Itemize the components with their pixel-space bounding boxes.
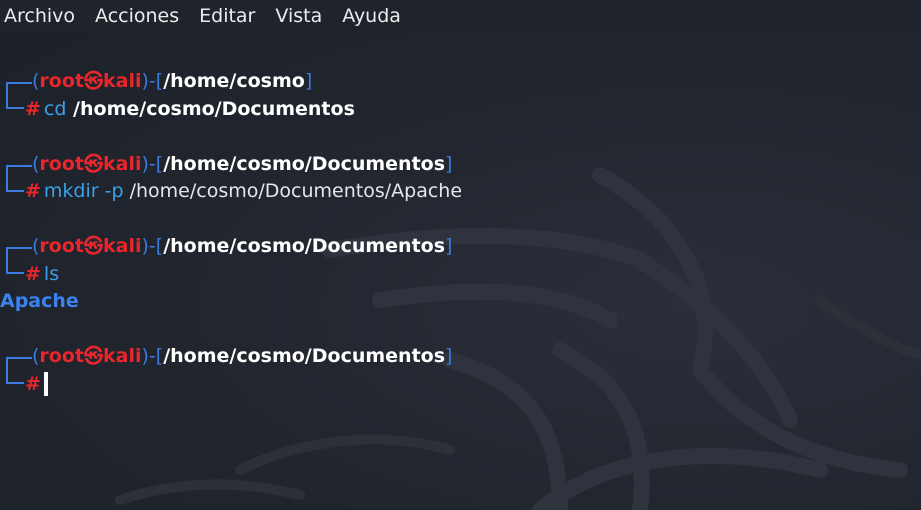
command-line: # ls bbox=[0, 260, 921, 289]
command-name: mkdir bbox=[43, 180, 99, 202]
prompt-corner-bottom bbox=[6, 177, 24, 192]
prompt-user: root bbox=[39, 235, 84, 257]
prompt-at-icon: ㉿ bbox=[83, 152, 103, 175]
prompt-corner-bottom bbox=[6, 370, 24, 385]
prompt-host: kali bbox=[103, 70, 142, 92]
prompt-path: /home/cosmo/Documentos bbox=[163, 235, 446, 257]
prompt-dash: - bbox=[148, 152, 156, 175]
prompt-corner-bottom bbox=[6, 95, 24, 110]
prompt-bracket-close: ] bbox=[304, 70, 313, 92]
prompt-bracket-close: ] bbox=[445, 152, 453, 175]
prompt-at-icon: ㉿ bbox=[83, 235, 103, 257]
prompt-line: (root ㉿ kali) -[/home/cosmo] bbox=[0, 68, 921, 96]
prompt-hash: # bbox=[25, 97, 41, 120]
menu-ayuda[interactable]: Ayuda bbox=[332, 0, 411, 32]
prompt-path: /home/cosmo/Documentos bbox=[163, 152, 446, 175]
terminal-window: Archivo Acciones Editar Vista Ayuda (roo… bbox=[0, 0, 921, 510]
prompt-paren-open: ( bbox=[32, 235, 40, 257]
prompt-bracket-open: [ bbox=[155, 235, 164, 257]
prompt-dash: - bbox=[148, 235, 156, 257]
menu-editar[interactable]: Editar bbox=[189, 0, 265, 32]
prompt-paren-close: ) bbox=[141, 235, 149, 257]
command-option: -p bbox=[98, 180, 124, 202]
prompt-dash: - bbox=[148, 70, 156, 92]
menu-vista[interactable]: Vista bbox=[265, 0, 332, 32]
prompt-paren-close: ) bbox=[141, 152, 149, 175]
menu-acciones[interactable]: Acciones bbox=[85, 0, 189, 32]
prompt-hash: # bbox=[25, 180, 41, 202]
prompt-paren-open: ( bbox=[32, 70, 40, 92]
directory-entry: Apache bbox=[0, 290, 79, 312]
command-argument: /home/cosmo/Documentos/Apache bbox=[123, 180, 463, 202]
prompt-hash: # bbox=[25, 372, 41, 395]
prompt-user: root bbox=[39, 70, 84, 92]
prompt-bracket-open: [ bbox=[155, 345, 164, 367]
terminal-output[interactable]: (root ㉿ kali) -[/home/cosmo] # cd /home/cosm… bbox=[0, 68, 921, 398]
menu-bar: Archivo Acciones Editar Vista Ayuda bbox=[0, 0, 921, 32]
prompt-corner-top bbox=[6, 357, 32, 371]
prompt-bracket-close: ] bbox=[445, 345, 453, 367]
prompt-path: /home/cosmo/Documentos bbox=[163, 345, 446, 367]
prompt-bracket-close: ] bbox=[445, 235, 453, 257]
prompt-at-icon: ㉿ bbox=[83, 345, 103, 367]
prompt-at-icon: ㉿ bbox=[83, 70, 103, 92]
prompt-host: kali bbox=[103, 345, 142, 367]
command-line: # mkdir -p /home/cosmo/Documentos/Apache bbox=[0, 177, 921, 206]
prompt-bracket-open: [ bbox=[155, 152, 164, 175]
prompt-bracket-open: [ bbox=[155, 70, 164, 92]
command-line: # cd /home/cosmo/Documentos bbox=[0, 95, 921, 124]
command-name: cd bbox=[43, 97, 67, 120]
prompt-path: /home/cosmo bbox=[163, 70, 305, 92]
prompt-user: root bbox=[39, 345, 84, 367]
text-cursor bbox=[43, 372, 48, 397]
command-name: ls bbox=[43, 262, 60, 285]
command-output-line: Apache bbox=[0, 288, 921, 316]
prompt-paren-close: ) bbox=[141, 345, 149, 367]
prompt-corner-top bbox=[6, 247, 32, 261]
command-argument: /home/cosmo/Documentos bbox=[66, 97, 355, 120]
menu-archivo[interactable]: Archivo bbox=[0, 0, 85, 32]
prompt-dash: - bbox=[148, 345, 156, 367]
prompt-paren-close: ) bbox=[141, 70, 149, 92]
prompt-line: (root ㉿ kali) -[/home/cosmo/Documentos] bbox=[0, 233, 921, 261]
prompt-corner-top bbox=[6, 82, 32, 96]
prompt-hash: # bbox=[25, 262, 41, 285]
prompt-line: (root ㉿ kali) -[/home/cosmo/Documentos] bbox=[0, 343, 921, 371]
prompt-host: kali bbox=[103, 235, 142, 257]
prompt-paren-open: ( bbox=[32, 152, 40, 175]
command-line-active[interactable]: # bbox=[0, 370, 921, 399]
prompt-line: (root ㉿ kali) -[/home/cosmo/Documentos] bbox=[0, 151, 921, 179]
prompt-corner-bottom bbox=[6, 260, 24, 275]
prompt-paren-open: ( bbox=[32, 345, 40, 367]
prompt-user: root bbox=[39, 152, 84, 175]
prompt-host: kali bbox=[103, 152, 142, 175]
prompt-corner-top bbox=[6, 164, 32, 178]
